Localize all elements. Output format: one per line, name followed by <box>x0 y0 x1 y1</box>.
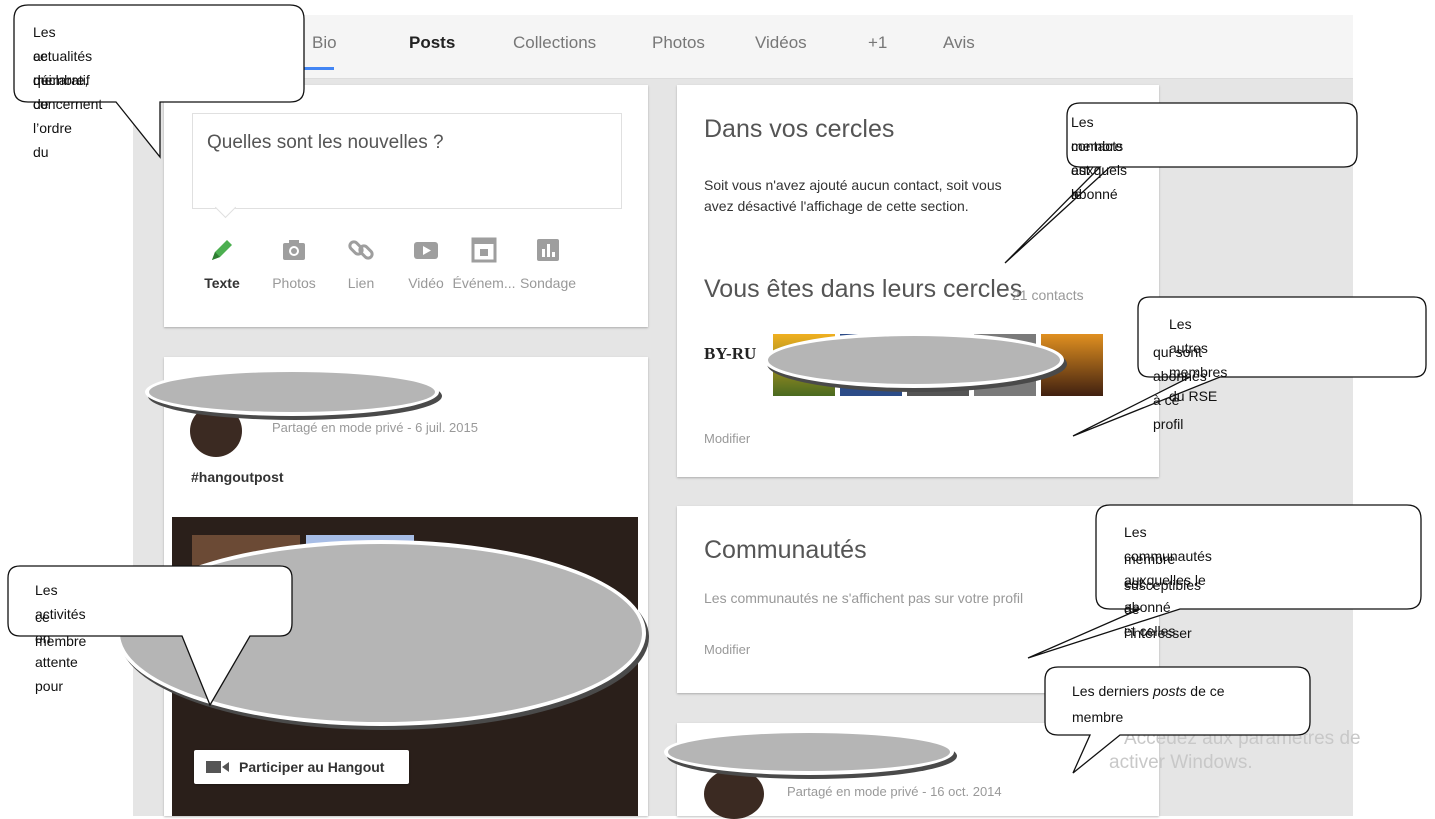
callout-line: Les derniers <box>1072 683 1153 699</box>
callout-others <box>1072 296 1427 437</box>
callout-line: susceptibles de l’intéresser <box>1124 577 1202 641</box>
callout-line: membre est abonné <box>1071 138 1123 202</box>
callout-line: de ce <box>1186 683 1225 699</box>
callout-contacts <box>1004 102 1358 264</box>
callout-line: ce membre, de l’ordre du <box>33 48 89 160</box>
callout-line: déclaratif <box>33 72 90 88</box>
callout-communities <box>1027 504 1422 659</box>
callout-line: ce membre <box>35 609 87 649</box>
callout-line: qui sont abonnés à ce profil <box>1153 344 1207 432</box>
callout-emphasis: posts <box>1152 683 1187 699</box>
callout-line: membre <box>1072 709 1124 725</box>
